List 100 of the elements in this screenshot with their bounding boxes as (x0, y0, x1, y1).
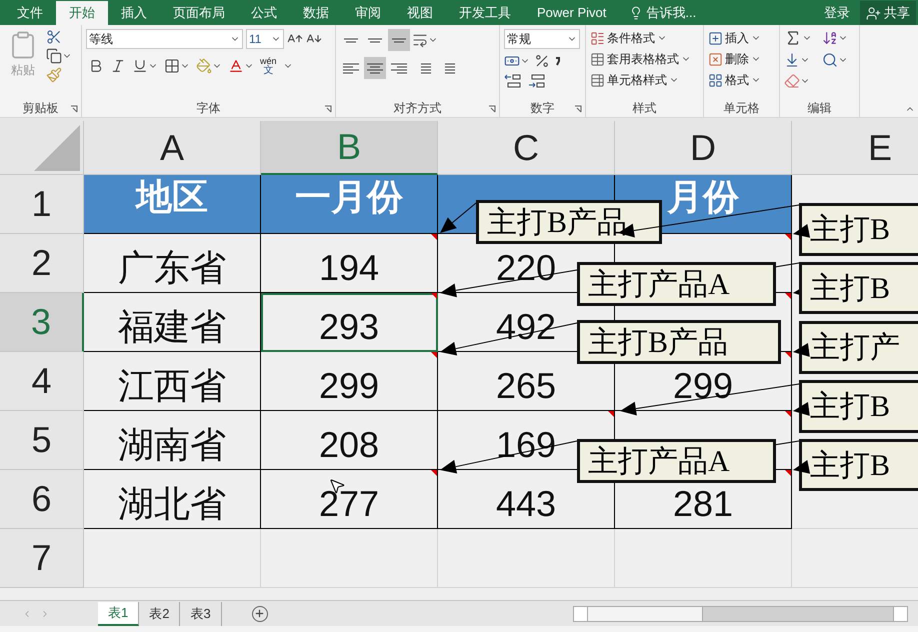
conditional-format-icon (590, 30, 605, 46)
comment-box[interactable]: 主打产品A (577, 262, 776, 306)
font-name-field[interactable]: 等线 (86, 29, 243, 49)
search-icon[interactable] (822, 52, 838, 68)
horizontal-scrollbar[interactable] (573, 606, 908, 622)
delete-cells-icon (708, 52, 723, 66)
cell-style-icon (590, 72, 605, 88)
table-cell: 湖南省 (84, 411, 261, 470)
insert-cells-icon (708, 30, 723, 46)
horizontal-align-button[interactable] (364, 57, 386, 79)
format-cells-icon (708, 72, 723, 88)
group-label: 单元格 (724, 100, 760, 117)
font-color-icon[interactable] (228, 58, 244, 74)
row-header[interactable]: 4 (0, 352, 84, 411)
comment-box[interactable]: 主打B (799, 262, 918, 314)
phonetic-button[interactable]: wén 文 (260, 57, 277, 75)
row-header[interactable]: 5 (0, 411, 84, 470)
group-label: 剪贴板 (22, 100, 58, 117)
row-header[interactable]: 6 (0, 470, 84, 529)
comment-box[interactable]: 主打B (799, 380, 918, 433)
cells-menu-button[interactable]: 格式 (708, 71, 775, 89)
align-lines-icon (391, 62, 407, 74)
table-icon (590, 52, 605, 66)
plus-icon (254, 608, 266, 619)
comment-box[interactable]: 主打B产品 (577, 320, 781, 364)
ribbon-tab[interactable]: Power Pivot (524, 1, 620, 25)
share-button[interactable]: 共享 (860, 1, 916, 25)
styles-menu-button[interactable]: 套用表格格式 (590, 50, 699, 68)
align-lines-icon (343, 62, 359, 74)
dialog-launcher-icon[interactable] (574, 105, 582, 113)
table-cell: 福建省 (84, 293, 261, 352)
comment-arrow (440, 202, 476, 233)
column-header[interactable]: B (261, 121, 438, 175)
ribbon-tab[interactable]: 插入 (108, 1, 160, 25)
decrease-decimal-icon[interactable] (528, 73, 546, 89)
ribbon-tab[interactable]: 文件 (4, 1, 56, 25)
row-header[interactable]: 2 (0, 234, 84, 293)
person-plus-icon (866, 6, 881, 20)
dialog-launcher-icon[interactable] (70, 105, 78, 113)
italic-icon[interactable] (110, 58, 126, 74)
group-label: 编辑 (808, 100, 832, 117)
align-lines-icon (343, 38, 359, 42)
table-cell: 277 (261, 470, 438, 529)
table-cell: 194 (261, 234, 438, 293)
sort-filter-icon[interactable] (822, 30, 838, 46)
header-cell: 地区 (84, 175, 261, 234)
group-label: 字体 (196, 100, 220, 117)
underline-icon[interactable] (132, 58, 148, 74)
group-label: 数字 (530, 100, 554, 117)
add-sheet-button[interactable] (252, 606, 268, 622)
align-lines-icon (367, 38, 383, 42)
dialog-launcher-icon[interactable] (488, 105, 496, 113)
table-cell: 299 (261, 352, 438, 411)
copy-icon[interactable] (46, 48, 62, 64)
comment-box[interactable]: 主打B (799, 439, 918, 491)
row-header[interactable]: 1 (0, 175, 84, 234)
font-size-field[interactable]: 11 (246, 29, 284, 49)
borders-icon[interactable] (164, 58, 180, 74)
tell-me-field[interactable]: 告诉我... (646, 3, 696, 23)
group-label: 对齐方式 (394, 100, 442, 117)
ribbon-tab[interactable]: 审阅 (342, 1, 394, 25)
ribbon-tab[interactable]: 公式 (238, 1, 290, 25)
styles-menu-button[interactable]: 条件格式 (590, 29, 699, 47)
comment-box[interactable]: 主打B (799, 203, 918, 256)
row-header[interactable]: 7 (0, 529, 84, 588)
table-cell: 293 (261, 293, 438, 352)
orientation-icon[interactable] (412, 32, 428, 48)
ribbon-tab[interactable]: 开发工具 (446, 1, 524, 25)
align-lines-icon (367, 62, 383, 74)
column-header[interactable]: E (792, 121, 918, 175)
ribbon-tab[interactable]: 视图 (394, 1, 446, 25)
cells-menu-button[interactable]: 插入 (708, 29, 775, 47)
dialog-launcher-icon[interactable] (324, 105, 332, 113)
ribbon-tab[interactable]: 开始 (56, 1, 108, 25)
percent-icon[interactable] (534, 53, 550, 69)
sign-in-link[interactable]: 登录 (814, 1, 860, 25)
vertical-align-button[interactable] (388, 29, 410, 51)
scissors-icon[interactable] (46, 29, 62, 45)
comma-style-icon[interactable] (554, 56, 560, 66)
number-format-field[interactable]: 常规 (504, 29, 580, 49)
column-header[interactable]: D (615, 121, 792, 175)
table-cell: 江西省 (84, 352, 261, 411)
ribbon-tab[interactable]: 数据 (290, 1, 342, 25)
column-header[interactable]: C (438, 121, 615, 175)
table-cell: 广东省 (84, 234, 261, 293)
comment-arrow (793, 460, 810, 474)
group-label: 样式 (632, 100, 656, 117)
ribbon-tab[interactable]: 页面布局 (160, 1, 238, 25)
select-all-icon (34, 125, 80, 171)
comment-box[interactable]: 主打产 (799, 321, 918, 374)
row-header[interactable]: 3 (0, 293, 84, 352)
increase-decimal-icon[interactable] (504, 73, 522, 89)
eraser-icon[interactable] (784, 73, 800, 89)
fill-color-icon[interactable] (196, 58, 212, 74)
styles-menu-button[interactable]: 单元格样式 (590, 71, 699, 89)
cells-menu-button[interactable]: 删除 (708, 50, 775, 68)
sheet-tab[interactable]: 表1 (98, 602, 140, 626)
table-cell: 湖北省 (84, 470, 261, 529)
fill-down-icon[interactable] (784, 52, 800, 68)
column-header[interactable]: A (84, 121, 261, 175)
